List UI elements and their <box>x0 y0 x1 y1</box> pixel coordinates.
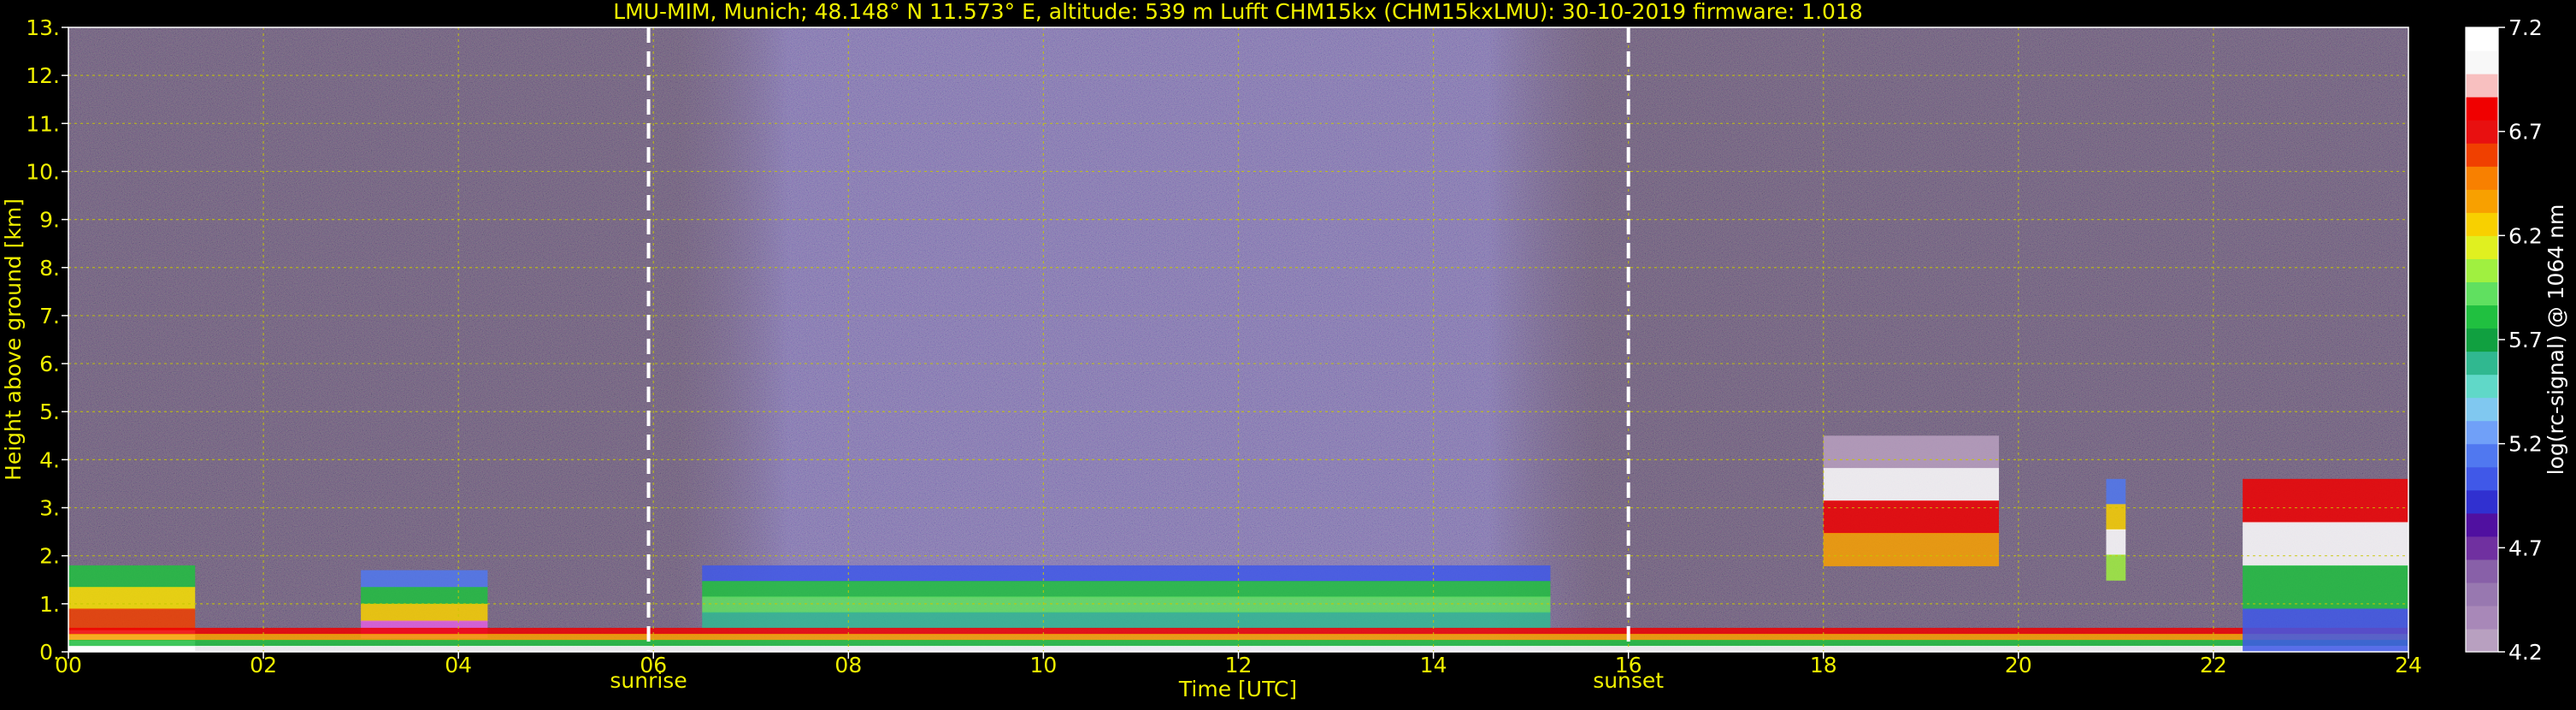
y-tick-label: 2. <box>39 544 60 569</box>
colorbar-swatch <box>2466 374 2498 399</box>
colorbar-swatch <box>2466 605 2498 630</box>
feature-band <box>361 603 488 622</box>
x-tick-label: 10 <box>1030 653 1058 677</box>
feature-band <box>68 565 196 589</box>
colorbar-swatch <box>2466 582 2498 606</box>
colorbar: 4.2 4.7 5.2 5.7 6.2 6.7 7.2 <box>2465 15 2543 665</box>
colorbar-tick-label: 7.2 <box>2508 15 2543 40</box>
colorbar-swatch <box>2466 535 2498 560</box>
feature-band <box>1823 500 2000 535</box>
x-tick-label: 06 <box>640 653 667 677</box>
y-tick-label: 3. <box>39 496 60 521</box>
feature-band <box>1823 533 2000 566</box>
y-tick-label: 1. <box>39 592 60 617</box>
feature-band <box>702 612 1551 629</box>
feature-band <box>2243 522 2408 566</box>
colorbar-swatch <box>2466 27 2498 51</box>
feature-band <box>1823 468 2000 502</box>
colorbar-swatch <box>2466 512 2498 537</box>
colorbar-swatch <box>2466 328 2498 352</box>
colorbar-tick-label: 5.7 <box>2508 328 2543 352</box>
y-axis-label: Height above ground [km] <box>1 198 26 481</box>
colorbar-swatch <box>2466 143 2498 167</box>
y-tick-label: 11. <box>26 111 60 136</box>
colorbar-tick-label: 6.2 <box>2508 223 2543 248</box>
colorbar-swatch <box>2466 489 2498 514</box>
y-tick-label: 7. <box>39 304 60 328</box>
x-tick-label: 12 <box>1225 653 1253 677</box>
colorbar-tick-label: 6.7 <box>2508 120 2543 145</box>
feature-band <box>68 608 196 631</box>
colorbar-swatch <box>2466 189 2498 213</box>
feature-band <box>361 570 488 589</box>
y-tick-label: 0. <box>39 640 60 665</box>
colorbar-tick-label: 4.2 <box>2508 640 2543 665</box>
x-tick-label: 16 <box>1615 653 1642 677</box>
feature-band <box>2106 478 2126 506</box>
y-tick-label: 4. <box>39 447 60 472</box>
feature-band <box>2243 565 2408 610</box>
feature-night-cloud-late <box>2243 478 2408 652</box>
colorbar-swatch <box>2466 97 2498 121</box>
feature-band <box>702 565 1551 583</box>
lidar-chart: sunrise sunset 00 02 04 06 08 10 12 14 16 18 20 22 24… <box>0 0 2576 707</box>
colorbar-swatch <box>2466 281 2498 306</box>
y-axis-ticks: 0. 1. 2. 3. 4. 5. 6. 7. 8. 9. 10. 11. 12. 13. <box>26 15 68 665</box>
colorbar-tick-label: 4.7 <box>2508 535 2543 560</box>
feature-daytime-boundary-layer <box>702 565 1551 629</box>
colorbar-swatch <box>2466 166 2498 190</box>
colorbar-tick-label: 5.2 <box>2508 432 2543 457</box>
colorbar-swatch <box>2466 305 2498 329</box>
feature-band <box>361 587 488 605</box>
colorbar-swatch <box>2466 420 2498 445</box>
colorbar-swatch <box>2466 50 2498 74</box>
colorbar-swatch <box>2466 258 2498 283</box>
feature-band <box>1823 435 2000 470</box>
feature-band <box>2106 529 2126 556</box>
colorbar-swatch <box>2466 628 2498 653</box>
x-tick-label: 02 <box>250 653 277 677</box>
y-tick-label: 10. <box>26 159 60 184</box>
feature-band <box>2106 554 2126 581</box>
x-tick-label: 24 <box>2395 653 2422 677</box>
y-tick-label: 9. <box>39 208 60 233</box>
chart-svg: sunrise sunset 00 02 04 06 08 10 12 14 16 18 20 22 24… <box>1 0 2568 701</box>
colorbar-swatch <box>2466 235 2498 259</box>
chart-title: LMU-MIM, Munich; 48.148° N 11.573° E, al… <box>613 0 1863 24</box>
colorbar-swatch <box>2466 120 2498 144</box>
colorbar-swatch <box>2466 212 2498 236</box>
feature-cloud-layer-evening <box>1823 435 2000 566</box>
x-tick-label: 14 <box>1420 653 1447 677</box>
y-tick-label: 6. <box>39 352 60 376</box>
colorbar-swatch <box>2466 559 2498 583</box>
y-tick-label: 12. <box>26 63 60 88</box>
colorbar-label: log(rc-signal) @ 1064 nm <box>2544 204 2568 476</box>
x-tick-label: 18 <box>1810 653 1837 677</box>
y-tick-label: 13. <box>26 15 60 40</box>
colorbar-swatch <box>2466 74 2498 98</box>
x-tick-label: 22 <box>2200 653 2227 677</box>
feature-cloud-21-UTC <box>2106 478 2126 581</box>
x-tick-label: 20 <box>2005 653 2032 677</box>
x-axis-ticks: 00 02 04 06 08 10 12 14 16 18 20 22 24 <box>55 652 2422 677</box>
colorbar-swatch <box>2466 466 2498 491</box>
colorbar-swatch <box>2466 443 2498 468</box>
feature-band <box>68 587 196 610</box>
x-tick-label: 04 <box>445 653 472 677</box>
feature-band <box>702 596 1551 613</box>
y-tick-label: 5. <box>39 399 60 424</box>
feature-band <box>2243 608 2408 652</box>
x-tick-label: 08 <box>834 653 862 677</box>
feature-band <box>702 581 1551 598</box>
colorbar-swatch <box>2466 397 2498 422</box>
feature-band <box>2243 478 2408 524</box>
colorbar-swatch <box>2466 351 2498 376</box>
y-tick-label: 8. <box>39 256 60 281</box>
x-axis-label: Time [UTC] <box>1178 677 1297 701</box>
